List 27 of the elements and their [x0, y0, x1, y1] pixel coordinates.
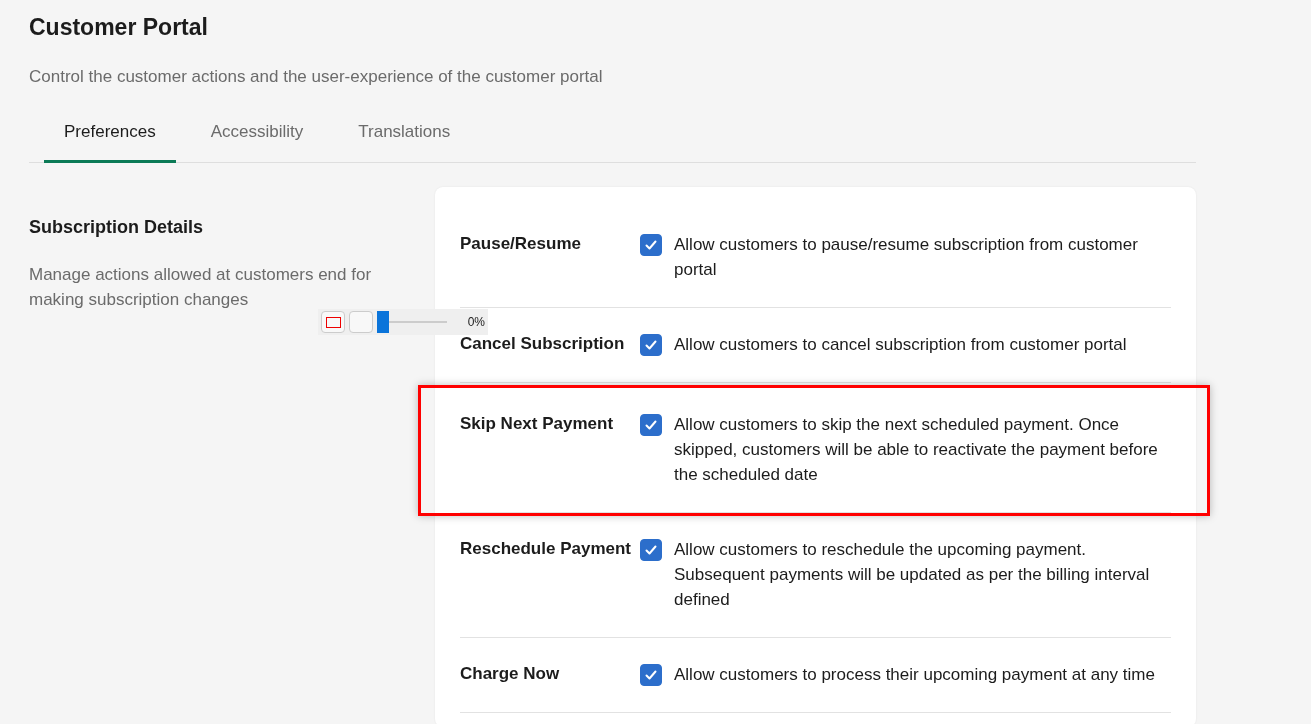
checkbox[interactable] [640, 234, 662, 256]
tab[interactable]: Preferences [44, 114, 176, 163]
rectangle-tool-button[interactable] [321, 311, 345, 333]
setting-label: Cancel Subscription [460, 333, 626, 355]
tab[interactable]: Translations [338, 114, 471, 163]
setting-label: Charge Now [460, 663, 561, 685]
checkbox[interactable] [640, 664, 662, 686]
setting-description: Allow customers to pause/resume subscription from customer portal [674, 234, 1139, 281]
page-subtitle: Control the customer actions and the user-experience of the customer portal [29, 66, 604, 88]
checkbox[interactable] [640, 539, 662, 561]
setting-label: Pause/Resume [460, 233, 582, 255]
section-description: Manage actions allowed at customers end for making subscription changes [29, 264, 373, 311]
checkbox[interactable] [640, 334, 662, 356]
opacity-slider[interactable] [377, 311, 447, 333]
tab[interactable]: Accessibility [190, 114, 324, 163]
setting-label: Skip Next Payment [460, 413, 615, 435]
setting-description: Allow customers to skip the next scheduled payment. Once skipped, customers will be able to reactivate the payment before the scheduled date [674, 414, 1159, 486]
setting-description: Allow customers to process their upcoming payment at any time [674, 664, 1156, 686]
slider-thumb[interactable] [377, 311, 389, 333]
setting-label: Reschedule Payment [460, 538, 632, 560]
rectangle-icon [325, 316, 341, 328]
section-title: Subscription Details [29, 217, 205, 238]
setting-description: Allow customers to cancel subscription from customer portal [674, 334, 1128, 356]
page-title: Customer Portal [29, 13, 209, 42]
checkbox[interactable] [640, 414, 662, 436]
setting-description: Allow customers to reschedule the upcoming payment. Subsequent payments will be updated as per the billing interval defined [674, 539, 1151, 611]
slider-reading: 0% [467, 315, 485, 329]
